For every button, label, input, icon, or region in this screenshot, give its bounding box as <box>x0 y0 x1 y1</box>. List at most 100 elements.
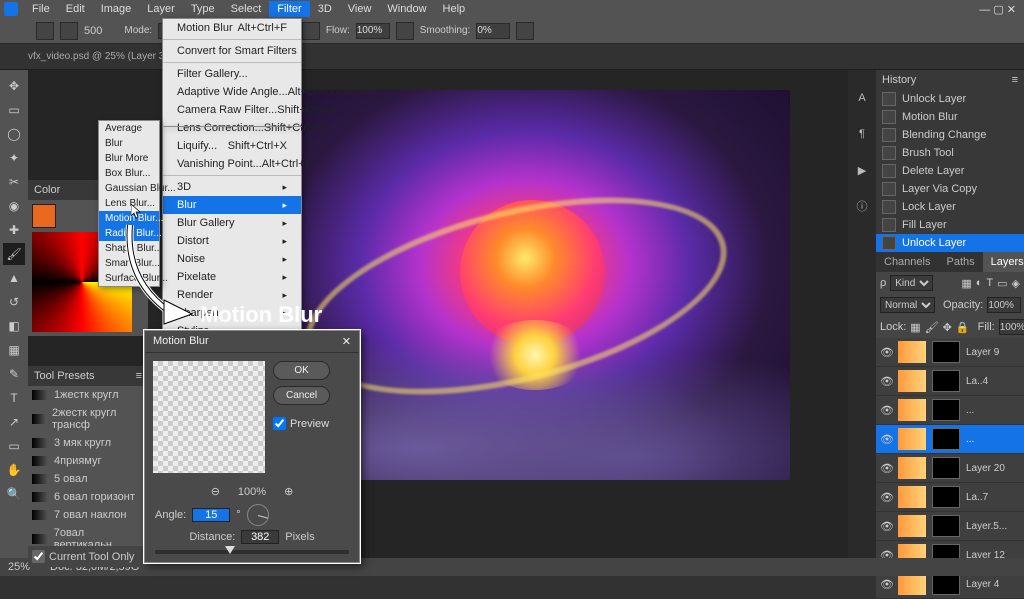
menu-3d[interactable]: 3D <box>310 1 340 17</box>
layer-thumbnail[interactable] <box>898 573 926 595</box>
menu-filter[interactable]: Filter <box>269 1 309 17</box>
menu-view[interactable]: View <box>340 1 380 17</box>
tool-preset-item[interactable]: 5 овал <box>28 470 148 488</box>
tool-preset-item[interactable]: 7овал вертикальн <box>28 524 148 546</box>
layer-thumbnail[interactable] <box>898 457 926 479</box>
tab-paths[interactable]: Paths <box>938 252 982 272</box>
history-brush-icon[interactable]: ↺ <box>3 291 25 313</box>
layer-name[interactable]: Layer 4 <box>966 579 999 590</box>
layer-name[interactable]: Layer.5... <box>966 521 1007 532</box>
lock-pos-icon[interactable]: ✥ <box>943 321 952 334</box>
filter-smart-icon[interactable]: ◈ <box>1012 277 1020 290</box>
layer-visibility-icon[interactable]: 👁 <box>880 520 892 533</box>
lock-trans-icon[interactable]: ▦ <box>910 321 920 334</box>
smoothing-gear-icon[interactable] <box>516 22 534 40</box>
layer-thumbnail[interactable] <box>898 486 926 508</box>
menu-help[interactable]: Help <box>435 1 474 17</box>
brush-tool-icon[interactable]: 🖌 <box>3 243 25 265</box>
distance-input[interactable] <box>241 530 279 544</box>
layer-name[interactable]: La..7 <box>966 492 988 503</box>
filter-pixel-icon[interactable]: ▦ <box>961 277 971 290</box>
history-item[interactable]: Motion Blur <box>876 108 1024 126</box>
layer-mask-thumbnail[interactable] <box>932 428 960 450</box>
filter-type-icon[interactable]: T <box>986 277 993 289</box>
filter-adjust-icon[interactable]: ◐ <box>976 277 983 289</box>
blur-submenu-item[interactable]: Box Blur... <box>99 166 159 181</box>
layer-name[interactable]: Layer 20 <box>966 463 1005 474</box>
blur-submenu-item[interactable]: Average <box>99 121 159 136</box>
filter-menu-item[interactable]: Filter Gallery... <box>163 65 301 83</box>
panel-menu-icon[interactable]: ≡ <box>136 370 142 382</box>
history-item[interactable]: Unlock Layer <box>876 234 1024 252</box>
filter-category-item[interactable]: Blur <box>163 196 301 214</box>
flow-input[interactable] <box>356 23 390 39</box>
layer-visibility-icon[interactable]: 👁 <box>880 491 892 504</box>
history-item[interactable]: Lock Layer <box>876 198 1024 216</box>
filter-3d[interactable]: 3D <box>163 178 301 196</box>
distance-slider[interactable] <box>155 550 349 554</box>
layer-visibility-icon[interactable]: 👁 <box>880 433 892 446</box>
blur-submenu-item[interactable]: Lens Blur... <box>99 196 159 211</box>
info-panel-icon[interactable]: ⓘ <box>854 198 870 214</box>
layer-name[interactable]: Layer 9 <box>966 347 999 358</box>
blur-submenu-item[interactable]: Blur More <box>99 151 159 166</box>
filter-menu-item[interactable]: Lens Correction...Shift+Ctrl+R <box>163 119 301 137</box>
heal-tool-icon[interactable]: ✚ <box>3 219 25 241</box>
stamp-tool-icon[interactable]: ▲ <box>3 267 25 289</box>
current-tool-only-checkbox[interactable] <box>32 550 45 563</box>
filter-last[interactable]: Motion BlurAlt+Ctrl+F <box>163 19 301 37</box>
menu-type[interactable]: Type <box>183 1 223 17</box>
layer-name[interactable]: ... <box>966 434 974 445</box>
tool-preset-item[interactable]: 3 мяк кругл <box>28 434 148 452</box>
layer-fill-input[interactable] <box>999 319 1024 335</box>
wand-tool-icon[interactable]: ✦ <box>3 147 25 169</box>
layer-row[interactable]: 👁 Layer.5... <box>876 512 1024 541</box>
lock-all-icon[interactable]: 🔒 <box>956 321 970 334</box>
layer-visibility-icon[interactable]: 👁 <box>880 404 892 417</box>
layer-thumbnail[interactable] <box>898 399 926 421</box>
layer-thumbnail[interactable] <box>898 370 926 392</box>
type-tool-icon[interactable]: T <box>3 387 25 409</box>
tool-preset-item[interactable]: 6 овал горизонт <box>28 488 148 506</box>
layer-mask-thumbnail[interactable] <box>932 370 960 392</box>
history-item[interactable]: Fill Layer <box>876 216 1024 234</box>
blur-submenu-item[interactable]: Gaussian Blur... <box>99 181 159 196</box>
layer-name[interactable]: ... <box>966 405 974 416</box>
layer-mask-thumbnail[interactable] <box>932 573 960 595</box>
smoothing-input[interactable] <box>476 23 510 39</box>
layer-opacity-input[interactable] <box>987 297 1021 313</box>
actions-panel-icon[interactable]: ▶ <box>854 162 870 178</box>
layer-thumbnail[interactable] <box>898 428 926 450</box>
history-item[interactable]: Unlock Layer <box>876 90 1024 108</box>
layer-mask-thumbnail[interactable] <box>932 399 960 421</box>
brush-preset-icon[interactable] <box>36 22 54 40</box>
preview-checkbox[interactable] <box>273 417 286 430</box>
layer-row[interactable]: 👁 Layer 9 <box>876 338 1024 367</box>
blend-mode-select[interactable]: Normal <box>880 297 935 313</box>
tool-preset-item[interactable]: 1жестк кругл <box>28 386 148 404</box>
ok-button[interactable]: OK <box>273 361 330 380</box>
layer-row[interactable]: 👁Layer 20 <box>876 454 1024 483</box>
marquee-tool-icon[interactable]: ▭ <box>3 99 25 121</box>
history-item[interactable]: Brush Tool <box>876 144 1024 162</box>
gradient-tool-icon[interactable]: ▦ <box>3 339 25 361</box>
status-zoom[interactable]: 25% <box>8 561 30 573</box>
layer-row[interactable]: 👁... <box>876 425 1024 454</box>
airbrush-icon[interactable] <box>396 22 414 40</box>
pressure-opacity-icon[interactable] <box>302 22 320 40</box>
zoom-tool-icon[interactable]: 🔍 <box>3 483 25 505</box>
layer-visibility-icon[interactable]: 👁 <box>880 375 892 388</box>
layer-thumbnail[interactable] <box>898 341 926 363</box>
foreground-swatch[interactable] <box>32 204 56 228</box>
layer-visibility-icon[interactable]: 👁 <box>880 346 892 359</box>
menu-select[interactable]: Select <box>223 1 270 17</box>
history-item[interactable]: Delete Layer <box>876 162 1024 180</box>
shape-tool-icon[interactable]: ▭ <box>3 435 25 457</box>
layer-row[interactable]: 👁 La..4 <box>876 367 1024 396</box>
move-tool-icon[interactable]: ✥ <box>3 75 25 97</box>
zoom-in-icon[interactable]: ⊕ <box>284 485 293 498</box>
filter-menu-item[interactable]: Vanishing Point...Alt+Ctrl+V <box>163 155 301 173</box>
filter-convert-smart[interactable]: Convert for Smart Filters <box>163 42 301 60</box>
layer-name[interactable]: La..4 <box>966 376 988 387</box>
crop-tool-icon[interactable]: ✂ <box>3 171 25 193</box>
